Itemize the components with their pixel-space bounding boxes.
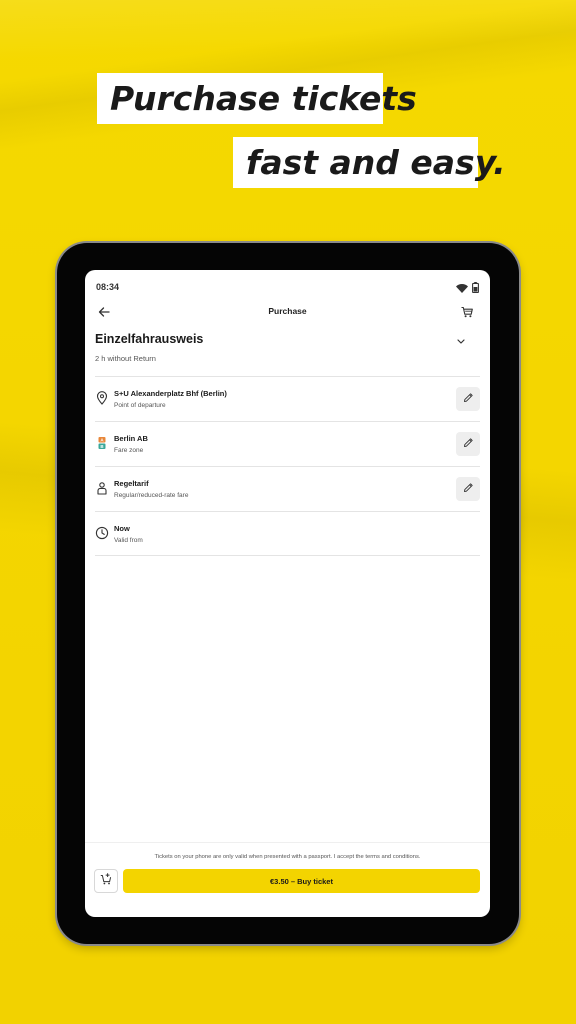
- row-subtitle: Point of departure: [114, 402, 166, 409]
- promo-headline-line1: Purchase tickets: [97, 73, 417, 124]
- ticket-options-list: S+U Alexanderplatz Bhf (Berlin) Point of…: [95, 376, 480, 556]
- list-item-fare-type[interactable]: Regeltarif Regular/reduced-rate fare: [95, 466, 480, 511]
- buy-ticket-button[interactable]: €3.50 – Buy ticket: [123, 869, 480, 893]
- app-screen: 08:34 Purchase Einzelfahrausweis 2 h wit…: [85, 270, 490, 917]
- chevron-down-icon: [454, 335, 468, 352]
- location-pin-icon: [95, 391, 109, 405]
- list-item-departure[interactable]: S+U Alexanderplatz Bhf (Berlin) Point of…: [95, 376, 480, 421]
- promo-headline-line2: fast and easy.: [233, 137, 506, 188]
- row-subtitle: Valid from: [114, 537, 143, 544]
- row-title: Berlin AB: [114, 434, 148, 443]
- ticket-validity: 2 h without Return: [95, 354, 156, 363]
- purchase-footer: Tickets on your phone are only valid whe…: [85, 842, 490, 917]
- edit-fare-type-button[interactable]: [456, 477, 480, 501]
- person-icon: [95, 481, 109, 495]
- pencil-icon: [463, 435, 474, 453]
- expand-ticket-button[interactable]: [454, 334, 468, 348]
- app-bar: Purchase: [85, 300, 490, 324]
- terms-note[interactable]: Tickets on your phone are only valid whe…: [85, 854, 490, 860]
- row-title: S+U Alexanderplatz Bhf (Berlin): [114, 389, 227, 398]
- clock-icon: [95, 526, 109, 540]
- ticket-name: Einzelfahrausweis: [95, 332, 204, 346]
- wifi-icon: [456, 280, 468, 298]
- status-time: 08:34: [96, 282, 120, 292]
- edit-departure-button[interactable]: [456, 387, 480, 411]
- list-item-fare-zone[interactable]: AB Berlin AB Fare zone: [95, 421, 480, 466]
- row-subtitle: Regular/reduced-rate fare: [114, 492, 189, 499]
- page-title: Purchase: [268, 306, 307, 316]
- pencil-icon: [463, 390, 474, 408]
- row-subtitle: Fare zone: [114, 447, 144, 454]
- add-to-cart-icon: [99, 872, 113, 891]
- row-title: Regeltarif: [114, 479, 149, 488]
- edit-fare-zone-button[interactable]: [456, 432, 480, 456]
- pencil-icon: [463, 480, 474, 498]
- battery-icon: [472, 280, 479, 298]
- add-to-cart-button[interactable]: [94, 869, 118, 893]
- status-icons: [456, 280, 479, 298]
- fare-zone-icon: AB: [95, 436, 109, 450]
- list-item-valid-from[interactable]: Now Valid from: [95, 511, 480, 556]
- ticket-header[interactable]: Einzelfahrausweis 2 h without Return: [95, 332, 480, 370]
- status-bar: 08:34: [85, 270, 490, 300]
- cart-icon: [459, 306, 475, 324]
- cart-button[interactable]: [459, 304, 475, 320]
- row-title: Now: [114, 524, 130, 533]
